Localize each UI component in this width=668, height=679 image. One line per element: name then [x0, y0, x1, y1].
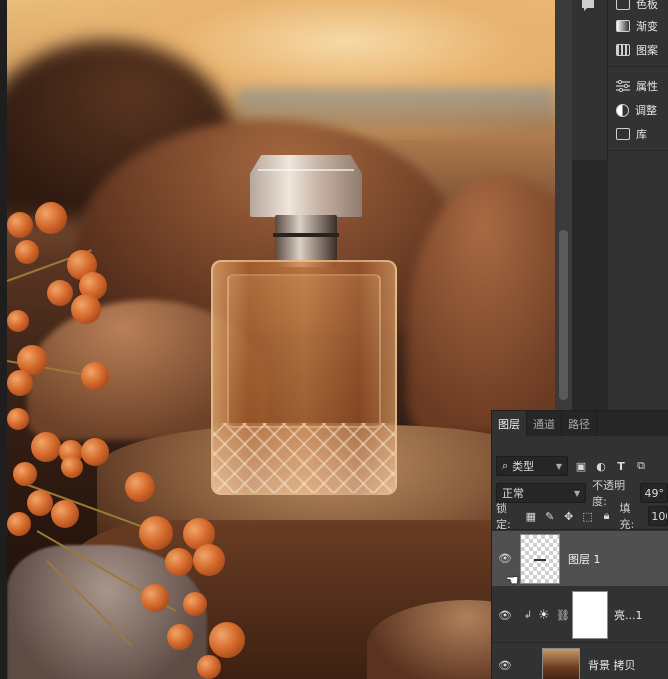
- panel-gradients[interactable]: 渐变: [608, 14, 668, 38]
- fill-input[interactable]: 100: [648, 506, 668, 526]
- lock-position-icon[interactable]: ✥: [563, 509, 575, 523]
- layers-panel: 图层 通道 路径 ⌕ 类型 ▼ ▣ ◐ T ⧉ 正常 ▼ 不透明度: 49° 锁…: [491, 410, 668, 679]
- fill-value: 100: [651, 509, 667, 523]
- adjustments-icon: [616, 103, 629, 117]
- panel-label: 渐变: [636, 20, 658, 33]
- comment-icon[interactable]: [581, 0, 599, 14]
- layer-filter-row: ⌕ 类型 ▼ ▣ ◐ T ⧉: [496, 456, 648, 476]
- blend-row: 正常 ▼ 不透明度: 49°: [496, 479, 668, 508]
- lock-label: 锁定:: [496, 502, 511, 531]
- opacity-value: 49°: [644, 486, 664, 500]
- lock-artboard-icon[interactable]: ⬚: [582, 509, 594, 523]
- panel-libraries[interactable]: 库: [608, 122, 668, 146]
- blend-mode-value: 正常: [502, 487, 524, 500]
- swatches-icon: [616, 0, 630, 10]
- filter-adjustment-icon[interactable]: ◐: [594, 459, 608, 473]
- panel-label: 色板: [636, 0, 658, 11]
- bottle-body: [211, 260, 397, 495]
- mouse-pointer-icon: ☚: [506, 573, 519, 589]
- panel-properties[interactable]: 属性: [608, 74, 668, 98]
- lock-row: 锁定: ▦ ✎ ✥ ⬚ 🔒︎ 填充: 100: [496, 502, 668, 531]
- filter-shape-icon[interactable]: ⧉: [634, 459, 648, 473]
- panel-patterns[interactable]: 图案: [608, 38, 668, 62]
- filter-kind-select[interactable]: ⌕ 类型 ▼: [496, 456, 568, 476]
- layer-thumbnail: [542, 648, 580, 679]
- lock-image-icon[interactable]: ✎: [544, 509, 556, 523]
- libraries-icon: [616, 128, 630, 140]
- filter-pixel-icon[interactable]: ▣: [574, 459, 588, 473]
- brightness-icon: ☀: [538, 607, 550, 623]
- filter-type-icon[interactable]: T: [614, 459, 628, 473]
- chevron-down-icon: ▼: [555, 461, 562, 471]
- visibility-eye-icon[interactable]: 👁︎: [492, 659, 518, 672]
- visibility-eye-icon[interactable]: 👁︎: [492, 609, 518, 622]
- layer-mask-thumbnail[interactable]: [572, 591, 608, 639]
- bottle-cut-pattern: [213, 423, 395, 493]
- layer-name[interactable]: 亮...1: [614, 607, 643, 623]
- perfume-photo: [7, 0, 555, 679]
- patterns-icon: [616, 44, 630, 56]
- chevron-down-icon: ▼: [573, 488, 581, 498]
- photoshop-workspace: 色板 渐变 图案 属性 调整 库 图层 通道 路径 ⌕ 类型 ▼ ▣ ◐ T ⧉…: [0, 0, 668, 679]
- layers-panel-tabs: 图层 通道 路径: [492, 411, 668, 436]
- gradient-icon: [616, 20, 630, 32]
- visibility-eye-icon[interactable]: 👁︎: [492, 552, 518, 565]
- filter-kind-value: 类型: [512, 460, 535, 473]
- perfume-bottle: [205, 155, 405, 495]
- collapsed-panel-dock: 色板 渐变 图案 属性 调整 库: [608, 0, 668, 410]
- scrollbar-thumb[interactable]: [559, 230, 568, 400]
- fill-label: 填充:: [619, 502, 635, 531]
- document-canvas[interactable]: [0, 0, 555, 679]
- panel-adjustments[interactable]: 调整: [608, 98, 668, 122]
- panel-label: 调整: [635, 104, 657, 117]
- tab-channels[interactable]: 通道: [527, 411, 562, 436]
- opacity-input[interactable]: 49°: [640, 483, 668, 503]
- layer-row[interactable]: 👁︎ 背景 拷贝: [492, 645, 668, 679]
- layer-thumbnail: [520, 533, 560, 584]
- panel-label: 属性: [636, 80, 658, 93]
- panel-label: 库: [636, 128, 647, 141]
- layer-name[interactable]: 背景 拷贝: [588, 657, 636, 673]
- tab-paths[interactable]: 路径: [562, 411, 597, 436]
- link-icon[interactable]: ⛓: [556, 609, 570, 622]
- search-icon: ⌕: [502, 459, 509, 472]
- properties-icon: [616, 79, 630, 93]
- panel-icon-strip: [572, 0, 608, 160]
- lock-all-icon[interactable]: 🔒︎: [601, 509, 613, 523]
- panel-label: 图案: [636, 44, 658, 57]
- lock-transparent-icon[interactable]: ▦: [525, 509, 537, 523]
- layer-row[interactable]: 👁︎ ↲ ☀ ⛓ 亮...1: [492, 588, 668, 643]
- tab-layers[interactable]: 图层: [492, 411, 527, 436]
- bottle-cap: [250, 155, 362, 217]
- layer-name[interactable]: 图层 1: [568, 551, 601, 567]
- clipping-arrow-icon: ↲: [523, 609, 533, 621]
